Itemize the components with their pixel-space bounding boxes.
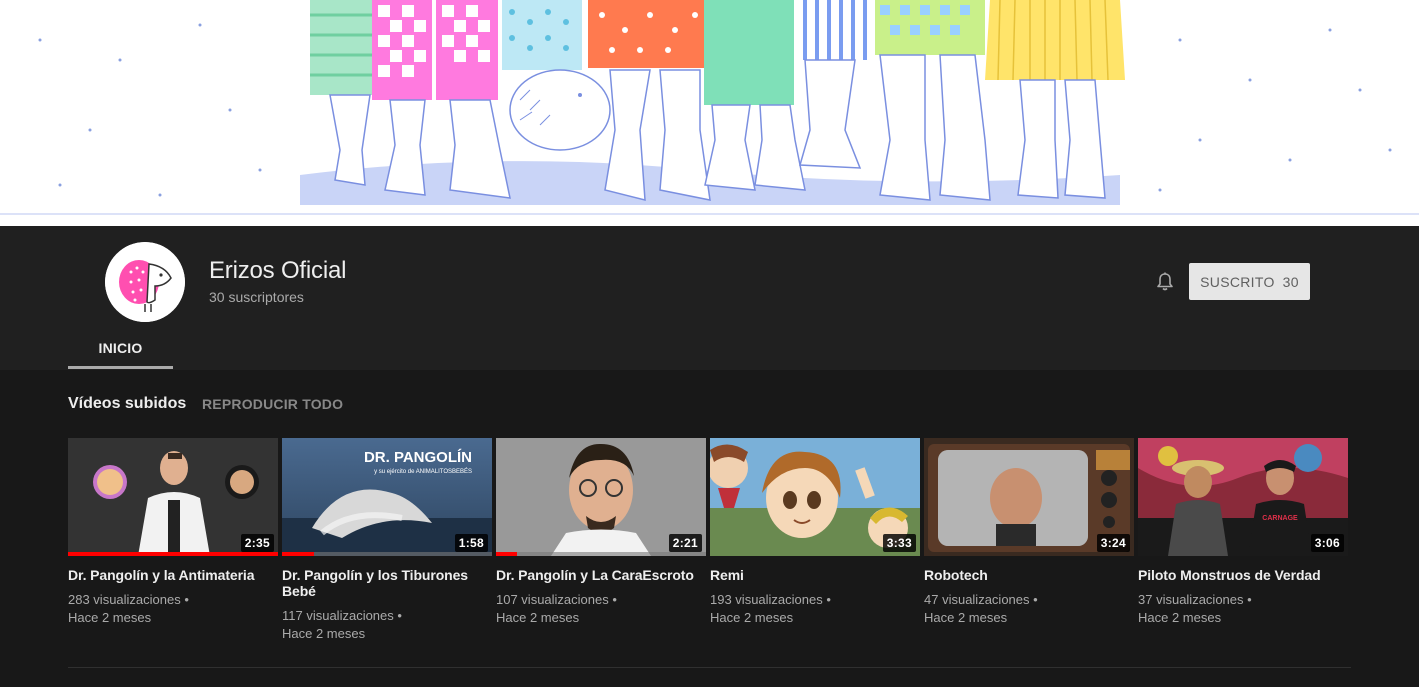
progress-track bbox=[282, 552, 492, 556]
video-thumbnail[interactable]: CARNAGE 3:06 bbox=[1138, 438, 1348, 556]
hedgehog-logo-icon bbox=[105, 242, 185, 322]
video-meta: 107 visualizaciones • Hace 2 meses bbox=[496, 591, 706, 627]
subscribed-label: SUSCRITO bbox=[1200, 273, 1275, 290]
video-thumbnail[interactable]: 2:21 bbox=[496, 438, 706, 556]
bell-icon[interactable] bbox=[1153, 270, 1177, 294]
video-card[interactable]: DR. PANGOLÍN y su ejército de ANIMALITOS… bbox=[282, 438, 492, 643]
view-count: 107 visualizaciones • bbox=[496, 592, 617, 607]
subscribed-button[interactable]: SUSCRITO 30 bbox=[1189, 263, 1310, 300]
play-all-button[interactable]: REPRODUCIR TODO bbox=[202, 396, 343, 412]
subscriber-count: 30 suscriptores bbox=[209, 289, 304, 305]
video-title[interactable]: Dr. Pangolín y la Antimateria bbox=[68, 567, 278, 583]
channel-name: Erizos Oficial bbox=[209, 257, 347, 284]
section-divider bbox=[68, 667, 1351, 668]
upload-age: Hace 2 meses bbox=[68, 610, 152, 625]
view-count: 283 visualizaciones • bbox=[68, 592, 189, 607]
upload-age: Hace 2 meses bbox=[1138, 610, 1222, 625]
upload-age: Hace 2 meses bbox=[924, 610, 1008, 625]
view-count: 117 visualizaciones • bbox=[282, 608, 402, 623]
upload-age: Hace 2 meses bbox=[282, 626, 366, 641]
video-card[interactable]: 3:24 Robotech 47 visualizaciones • Hace … bbox=[924, 438, 1134, 627]
upload-age: Hace 2 meses bbox=[710, 610, 794, 625]
video-thumbnail[interactable]: 2:35 bbox=[68, 438, 278, 556]
subscribed-count: 30 bbox=[1282, 273, 1299, 290]
video-title[interactable]: Dr. Pangolín y La CaraEscroto bbox=[496, 567, 706, 583]
duration-badge: 2:35 bbox=[240, 534, 274, 552]
video-meta: 47 visualizaciones • Hace 2 meses bbox=[924, 591, 1134, 627]
active-tab-indicator bbox=[68, 366, 173, 369]
banner-illustration bbox=[0, 0, 1419, 215]
video-title[interactable]: Dr. Pangolín y los Tiburones Bebé bbox=[282, 567, 492, 599]
video-title[interactable]: Robotech bbox=[924, 567, 1134, 583]
video-title[interactable]: Remi bbox=[710, 567, 920, 583]
video-card[interactable]: 2:35 Dr. Pangolín y la Antimateria 283 v… bbox=[68, 438, 278, 627]
duration-badge: 3:33 bbox=[882, 534, 916, 552]
video-meta: 117 visualizaciones • Hace 2 meses bbox=[282, 607, 492, 643]
channel-header: Erizos Oficial 30 suscriptores SUSCRITO … bbox=[0, 226, 1419, 370]
svg-text:CARNAGE: CARNAGE bbox=[1262, 515, 1298, 522]
watch-progress bbox=[68, 552, 278, 556]
section-title[interactable]: Vídeos subidos bbox=[68, 395, 186, 413]
video-meta: 283 visualizaciones • Hace 2 meses bbox=[68, 591, 278, 627]
duration-badge: 3:06 bbox=[1310, 534, 1344, 552]
video-thumbnail[interactable]: 3:24 bbox=[924, 438, 1134, 556]
duration-badge: 1:58 bbox=[454, 534, 488, 552]
video-meta: 37 visualizaciones • Hace 2 meses bbox=[1138, 591, 1348, 627]
watch-progress bbox=[496, 552, 517, 556]
progress-track bbox=[496, 552, 706, 556]
video-thumbnail[interactable]: 3:33 bbox=[710, 438, 920, 556]
channel-banner bbox=[0, 0, 1419, 226]
video-card[interactable]: 2:21 Dr. Pangolín y La CaraEscroto 107 v… bbox=[496, 438, 706, 627]
tab-inicio[interactable]: INICIO bbox=[68, 326, 173, 370]
view-count: 47 visualizaciones • bbox=[924, 592, 1038, 607]
duration-badge: 3:24 bbox=[1096, 534, 1130, 552]
duration-badge: 2:21 bbox=[668, 534, 702, 552]
thumbnail-subtitle-text: y su ejército de ANIMALITOSBEBÉS bbox=[374, 468, 472, 475]
view-count: 193 visualizaciones • bbox=[710, 592, 831, 607]
video-meta: 193 visualizaciones • Hace 2 meses bbox=[710, 591, 920, 627]
video-title[interactable]: Piloto Monstruos de Verdad bbox=[1138, 567, 1348, 583]
view-count: 37 visualizaciones • bbox=[1138, 592, 1252, 607]
thumbnail-title-text: DR. PANGOLÍN bbox=[364, 449, 472, 466]
video-thumbnail[interactable]: DR. PANGOLÍN y su ejército de ANIMALITOS… bbox=[282, 438, 492, 556]
upload-age: Hace 2 meses bbox=[496, 610, 580, 625]
video-card[interactable]: CARNAGE 3:06 Piloto Monstruos de Verdad … bbox=[1138, 438, 1348, 627]
video-card[interactable]: 3:33 Remi 193 visualizaciones • Hace 2 m… bbox=[710, 438, 920, 627]
watch-progress bbox=[282, 552, 314, 556]
channel-avatar[interactable] bbox=[105, 242, 185, 322]
